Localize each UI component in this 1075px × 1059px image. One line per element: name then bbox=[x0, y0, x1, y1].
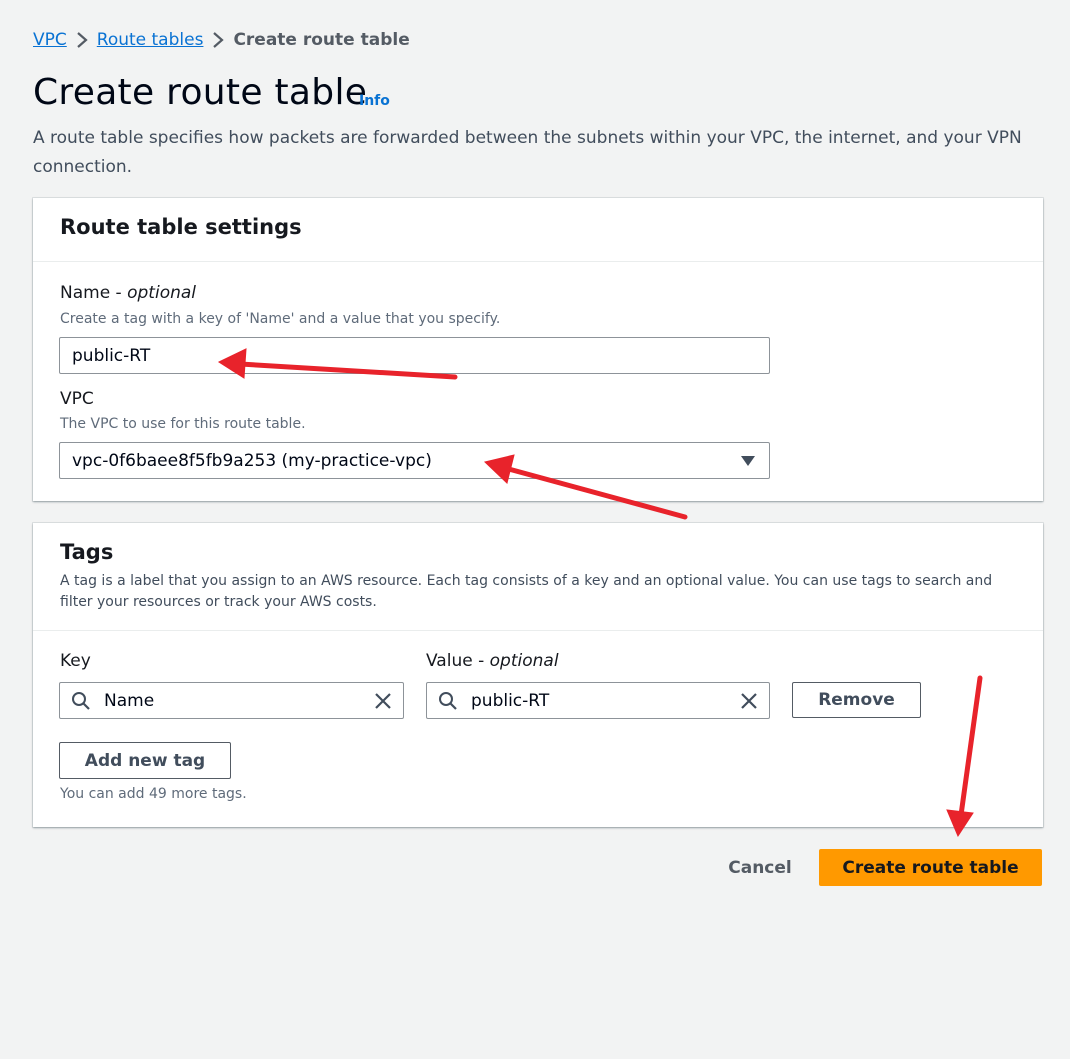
breadcrumb-link-route-tables[interactable]: Route tables bbox=[97, 30, 204, 50]
clear-icon[interactable] bbox=[373, 691, 393, 711]
clear-icon[interactable] bbox=[739, 691, 759, 711]
tag-value-input[interactable]: public-RT bbox=[426, 682, 770, 719]
panel-header: Tags A tag is a label that you assign to… bbox=[33, 523, 1043, 631]
name-label-text: Name bbox=[60, 283, 111, 303]
breadcrumb-link-vpc[interactable]: VPC bbox=[33, 30, 67, 50]
tag-key-input[interactable]: Name bbox=[59, 682, 404, 719]
chevron-right-icon bbox=[203, 28, 233, 52]
tags-description: A tag is a label that you assign to an A… bbox=[60, 573, 993, 610]
name-hint: Create a tag with a key of 'Name' and a … bbox=[60, 311, 501, 327]
breadcrumb: VPC Route tables Create route table bbox=[33, 28, 410, 52]
chevron-right-icon bbox=[67, 28, 97, 52]
panel-title: Tags bbox=[60, 540, 114, 564]
breadcrumb-current: Create route table bbox=[233, 30, 410, 50]
info-link[interactable]: Info bbox=[359, 93, 390, 109]
name-label: Name - optional bbox=[60, 283, 197, 303]
create-route-table-button[interactable]: Create route table bbox=[819, 849, 1042, 886]
vpc-select-value: vpc-0f6baee8f5fb9a253 (my-practice-vpc) bbox=[72, 450, 432, 471]
vpc-label: VPC bbox=[60, 389, 94, 409]
page-title: Create route table bbox=[33, 72, 368, 113]
tags-panel: Tags A tag is a label that you assign to… bbox=[33, 523, 1043, 827]
route-table-settings-panel: Route table settings Name - optional Cre… bbox=[33, 198, 1043, 501]
window-edge bbox=[1070, 0, 1075, 1059]
optional-text: optional bbox=[489, 651, 559, 671]
remove-tag-button[interactable]: Remove bbox=[792, 682, 921, 718]
name-input[interactable]: public-RT bbox=[59, 337, 770, 374]
create-route-table-page: VPC Route tables Create route table Crea… bbox=[0, 0, 1075, 1059]
tag-value-label: Value - optional bbox=[426, 651, 559, 671]
add-new-tag-button[interactable]: Add new tag bbox=[59, 742, 231, 779]
vpc-hint: The VPC to use for this route table. bbox=[60, 416, 306, 432]
name-input-value: public-RT bbox=[72, 345, 151, 366]
tag-key-label: Key bbox=[60, 651, 91, 671]
search-icon bbox=[72, 692, 90, 710]
page-description: A route table specifies how packets are … bbox=[33, 128, 1022, 177]
vpc-select[interactable]: vpc-0f6baee8f5fb9a253 (my-practice-vpc) bbox=[59, 442, 770, 479]
tag-value-label-text: Value bbox=[426, 651, 473, 671]
cancel-button[interactable]: Cancel bbox=[712, 850, 808, 886]
optional-text: optional bbox=[127, 283, 197, 303]
panel-title: Route table settings bbox=[60, 215, 302, 239]
tags-remaining-hint: You can add 49 more tags. bbox=[60, 786, 247, 802]
panel-header: Route table settings bbox=[33, 198, 1043, 262]
dropdown-caret-icon bbox=[741, 456, 755, 466]
search-icon bbox=[439, 692, 457, 710]
